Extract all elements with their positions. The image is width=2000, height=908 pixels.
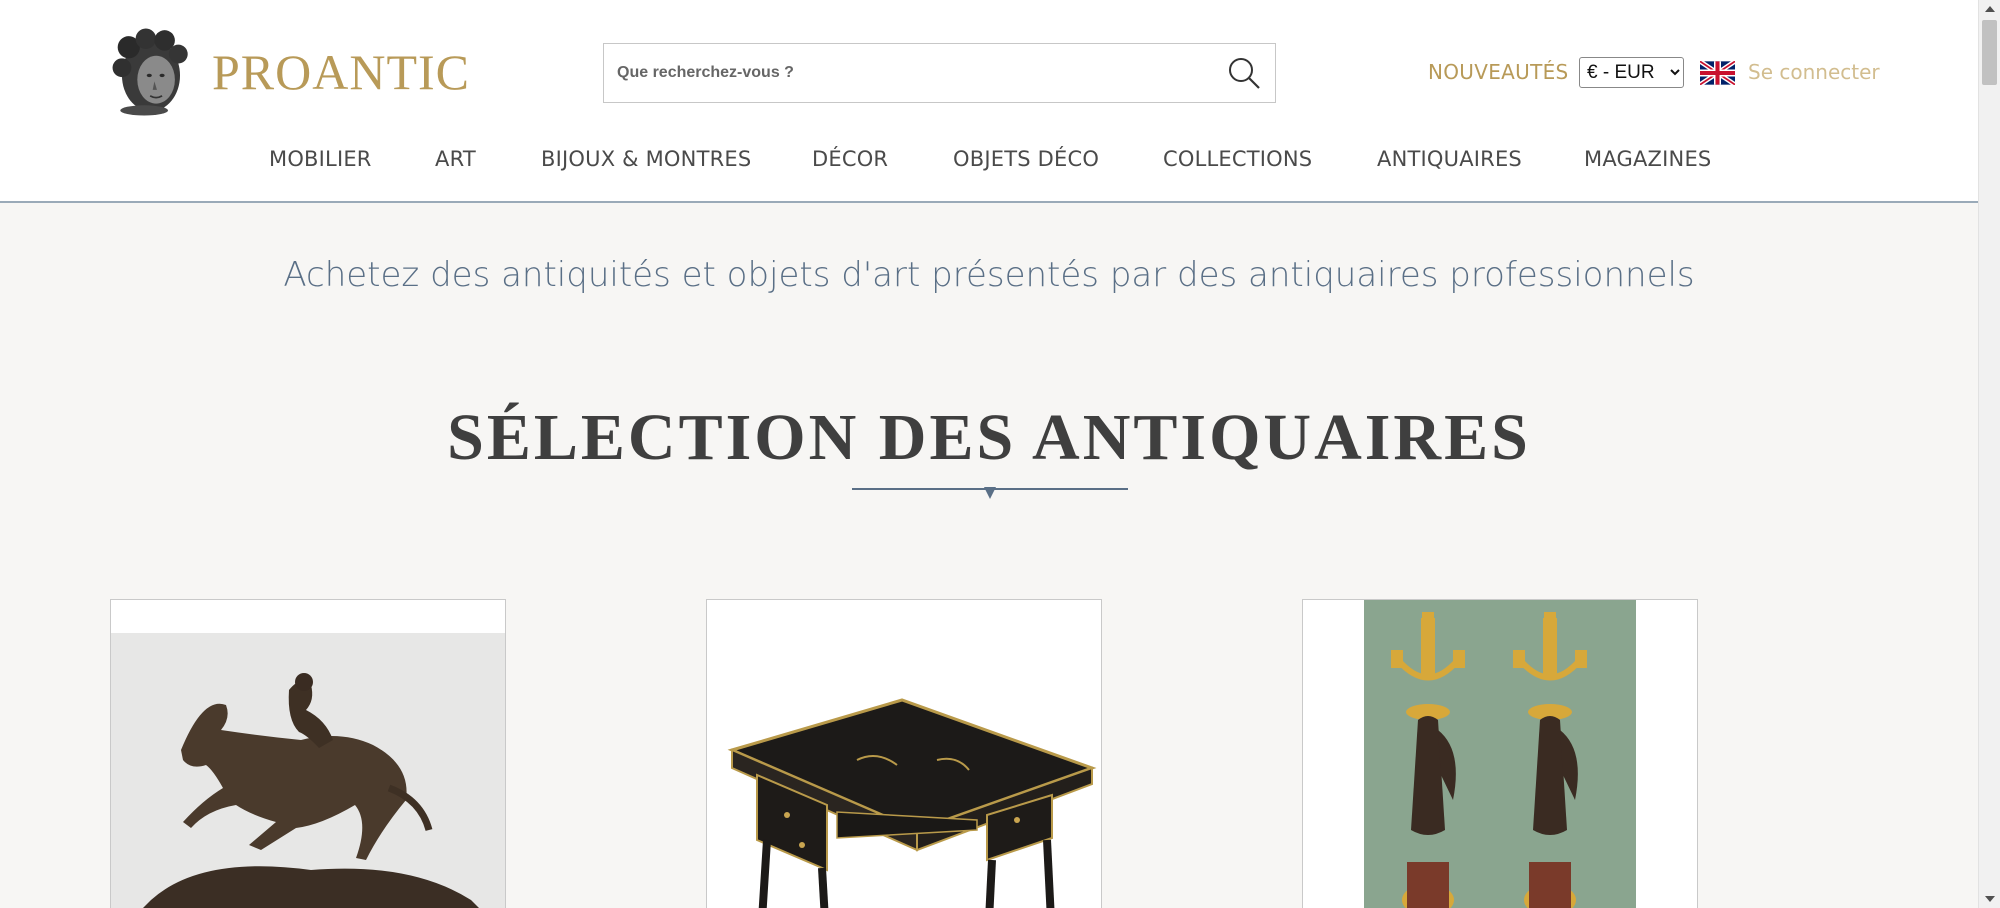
nav-item-antiquaires[interactable]: ANTIQUAIRES	[1377, 147, 1522, 171]
main-nav: MOBILIER ART BIJOUX & MONTRES DÉCOR OBJE…	[0, 147, 1978, 179]
product-card-lacquer-desk[interactable]	[706, 599, 1102, 908]
currency-select[interactable]: € - EUR	[1579, 57, 1684, 88]
product-card-candelabra[interactable]	[1302, 599, 1698, 908]
title-divider-marker	[984, 487, 996, 499]
search-bar	[603, 43, 1276, 103]
scroll-up-button[interactable]	[1979, 0, 2000, 18]
uk-flag-icon[interactable]	[1700, 61, 1735, 85]
section-title: SÉLECTION DES ANTIQUAIRES	[447, 401, 1531, 474]
nav-item-decor[interactable]: DÉCOR	[812, 147, 888, 171]
nav-item-objets-deco[interactable]: OBJETS DÉCO	[953, 147, 1099, 171]
scroll-down-button[interactable]	[1979, 890, 2000, 908]
product-image-bronze-rider	[111, 633, 505, 908]
search-button[interactable]	[1213, 44, 1275, 102]
nav-item-bijoux-montres[interactable]: BIJOUX & MONTRES	[541, 147, 751, 171]
logo-head-icon	[112, 28, 188, 116]
search-icon	[1229, 58, 1260, 89]
nav-item-magazines[interactable]: MAGAZINES	[1584, 147, 1711, 171]
logo[interactable]: PROANTIC	[110, 20, 470, 124]
search-input[interactable]	[604, 44, 1213, 102]
scrollbar-thumb[interactable]	[1982, 20, 1997, 85]
nouveautes-link[interactable]: NOUVEAUTÉS	[1428, 60, 1569, 84]
chevron-up-icon	[1985, 6, 1995, 12]
nav-item-collections[interactable]: COLLECTIONS	[1163, 147, 1312, 171]
brand-name: PROANTIC	[211, 44, 470, 100]
product-image-candelabra	[1303, 600, 1697, 908]
nav-item-art[interactable]: ART	[435, 147, 476, 171]
product-image-lacquer-desk	[707, 600, 1101, 908]
page-tagline: Achetez des antiquités et objets d'art p…	[283, 255, 1695, 295]
nav-item-mobilier[interactable]: MOBILIER	[269, 147, 372, 171]
site-header: PROANTIC NOUVEAUTÉS € - EUR Se connecter…	[0, 0, 1978, 203]
page-scrollbar[interactable]	[1978, 0, 2000, 908]
login-link[interactable]: Se connecter	[1748, 60, 1880, 84]
chevron-down-icon	[1985, 896, 1995, 902]
product-card-bronze-rider[interactable]	[110, 599, 506, 908]
